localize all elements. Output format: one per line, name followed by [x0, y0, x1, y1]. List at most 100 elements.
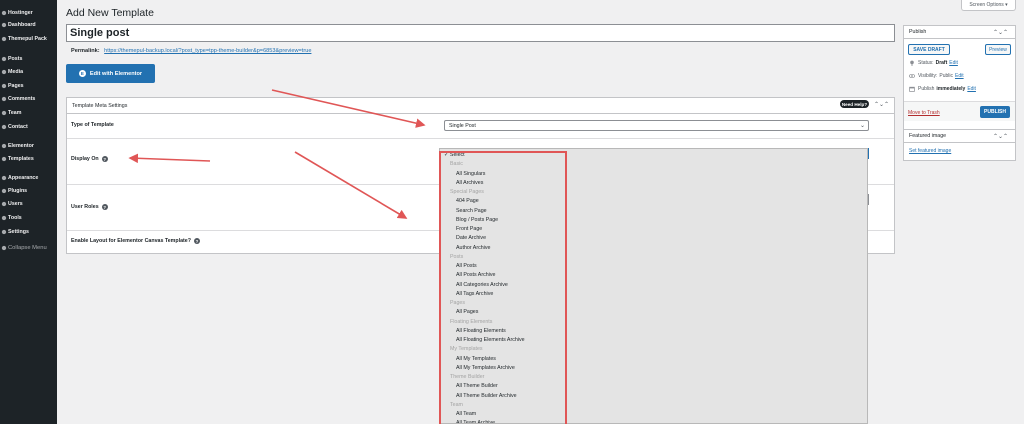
- publish-time-value: immediately: [936, 86, 966, 92]
- sidebar-item-label: Dashboard: [8, 21, 36, 28]
- sidebar-item-users[interactable]: Users: [0, 198, 57, 209]
- permalink: Permalink: https://themepul-backup.local…: [71, 48, 311, 54]
- sidebar-item-label: Posts: [8, 55, 23, 62]
- publish-box: Publish ⌃⌄⌃ SAVE DRAFT Preview Status: D…: [903, 25, 1016, 145]
- type-of-template-value: Single Post: [449, 122, 476, 129]
- elementor-icon: E: [78, 70, 86, 77]
- user-roles-text: User Roles: [71, 204, 99, 210]
- templates-icon: [1, 156, 7, 162]
- sidebar-item-tools[interactable]: Tools: [0, 212, 57, 223]
- screen-options-button[interactable]: Screen Options ▾: [961, 0, 1016, 11]
- publish-button[interactable]: PUBLISH: [980, 106, 1010, 118]
- edit-with-elementor-label: Edit with Elementor: [89, 70, 143, 77]
- sidebar-item-label: Templates: [8, 155, 34, 162]
- meta-box-header: Template Meta Settings: [67, 98, 894, 114]
- collapse-icon: [1, 245, 7, 251]
- edit-visibility-link[interactable]: Edit: [955, 73, 964, 79]
- sidebar-item-label: Pages: [8, 82, 24, 89]
- themepul-icon: [1, 36, 7, 42]
- post-title-input[interactable]: Single post: [66, 24, 895, 42]
- pin-icon: [1, 56, 7, 62]
- sidebar-item-label: Collapse Menu: [8, 244, 47, 251]
- dashboard-icon: [1, 22, 7, 28]
- help-icon[interactable]: ?: [101, 204, 108, 210]
- help-icon[interactable]: ?: [101, 156, 108, 162]
- publish-time-label: Publish: [918, 86, 935, 92]
- chevron-down-icon: ⌄: [859, 123, 865, 129]
- sidebar-item-label: Settings: [8, 228, 29, 235]
- sidebar-item-dashboard[interactable]: Dashboard: [0, 19, 57, 30]
- sidebar-item-settings[interactable]: Settings: [0, 226, 57, 237]
- sidebar-item-label: Plugins: [8, 187, 28, 194]
- user-roles-label: User Roles ?: [71, 204, 108, 210]
- meta-box-toggle-arrows[interactable]: ⌃⌄⌃: [874, 101, 889, 108]
- canvas-template-text: Enable Layout for Elementor Canvas Templ…: [71, 238, 191, 244]
- calendar-icon: [909, 86, 915, 92]
- sidebar-item-contact[interactable]: Contact: [0, 121, 57, 132]
- sidebar-item-label: Themepul Pack: [8, 35, 47, 42]
- sidebar-item-elementor[interactable]: Elementor: [0, 140, 57, 151]
- sidebar-item-posts[interactable]: Posts: [0, 53, 57, 64]
- users-icon: [1, 201, 7, 207]
- set-featured-image-link[interactable]: Set featured image: [909, 148, 951, 154]
- team-icon: [1, 110, 7, 116]
- settings-icon: [1, 229, 7, 235]
- sidebar-item-team[interactable]: Team: [0, 107, 57, 118]
- publish-box-title: Publish: [909, 29, 927, 35]
- permalink-link[interactable]: https://themepul-backup.local/?post_type…: [104, 48, 311, 54]
- move-to-trash-link[interactable]: Move to Trash: [908, 110, 940, 116]
- elementor-icon: [1, 143, 7, 149]
- featured-image-box: Featured image ⌃⌄⌃ Set featured image: [903, 129, 1016, 161]
- sidebar-item-collapse-menu[interactable]: Collapse Menu: [0, 242, 57, 253]
- publish-actions: Move to Trash PUBLISH: [904, 101, 1015, 121]
- sidebar-item-label: Media: [8, 68, 24, 75]
- sidebar-item-themepul-pack[interactable]: Themepul Pack: [0, 33, 57, 44]
- contact-icon: [1, 124, 7, 130]
- status-line: Status: Draft Edit: [909, 60, 958, 66]
- pin-icon: [910, 60, 914, 66]
- publish-toggle-arrows[interactable]: ⌃⌄⌃: [993, 29, 1008, 36]
- featured-image-title: Featured image: [909, 133, 947, 139]
- type-of-template-select[interactable]: Single Post ⌄: [444, 120, 869, 131]
- comments-icon: [1, 96, 7, 102]
- edit-publish-time-link[interactable]: Edit: [967, 86, 976, 92]
- sidebar-item-comments[interactable]: Comments: [0, 93, 57, 104]
- featured-toggle-arrows[interactable]: ⌃⌄⌃: [993, 133, 1008, 140]
- type-of-template-label: Type of Template: [71, 122, 114, 128]
- sidebar-item-label: Appearance: [8, 174, 39, 181]
- appearance-icon: [1, 175, 7, 181]
- pages-icon: [1, 83, 7, 89]
- annotation-highlight-box: [439, 151, 567, 424]
- sidebar-item-media[interactable]: Media: [0, 66, 57, 77]
- help-icon[interactable]: ?: [194, 238, 200, 244]
- sidebar-item-templates[interactable]: Templates: [0, 153, 57, 164]
- preview-button[interactable]: Preview: [985, 44, 1011, 55]
- visibility-label: Visibility:: [918, 73, 938, 79]
- hostinger-icon: [1, 10, 7, 16]
- sidebar-item-label: Tools: [8, 214, 22, 221]
- publish-time-line: Publish immediately Edit: [909, 86, 976, 92]
- display-on-label: Display On ?: [71, 156, 108, 162]
- edit-status-link[interactable]: Edit: [949, 60, 958, 66]
- sidebar-item-label: Users: [8, 200, 23, 207]
- sidebar-item-label: Comments: [8, 95, 36, 102]
- visibility-value: Public: [939, 73, 953, 79]
- row-divider: [67, 138, 894, 139]
- sidebar-item-hostinger[interactable]: Hostinger: [0, 7, 57, 18]
- need-help-button[interactable]: Need Help?: [840, 100, 869, 108]
- sidebar-item-pages[interactable]: Pages: [0, 80, 57, 91]
- display-on-text: Display On: [71, 156, 99, 162]
- plugins-icon: [1, 188, 7, 194]
- type-of-template-text: Type of Template: [71, 122, 114, 128]
- canvas-template-label: Enable Layout for Elementor Canvas Templ…: [71, 238, 200, 244]
- edit-with-elementor-button[interactable]: E Edit with Elementor: [66, 64, 155, 83]
- visibility-line: Visibility: Public Edit: [909, 73, 964, 79]
- sidebar-item-label: Contact: [8, 123, 28, 130]
- media-icon: [1, 69, 7, 75]
- save-draft-button[interactable]: SAVE DRAFT: [908, 44, 950, 55]
- sidebar-item-appearance[interactable]: Appearance: [0, 172, 57, 183]
- status-label: Status:: [918, 60, 934, 66]
- sidebar-item-plugins[interactable]: Plugins: [0, 185, 57, 196]
- meta-box-title: Template Meta Settings: [72, 102, 128, 109]
- tools-icon: [1, 215, 7, 221]
